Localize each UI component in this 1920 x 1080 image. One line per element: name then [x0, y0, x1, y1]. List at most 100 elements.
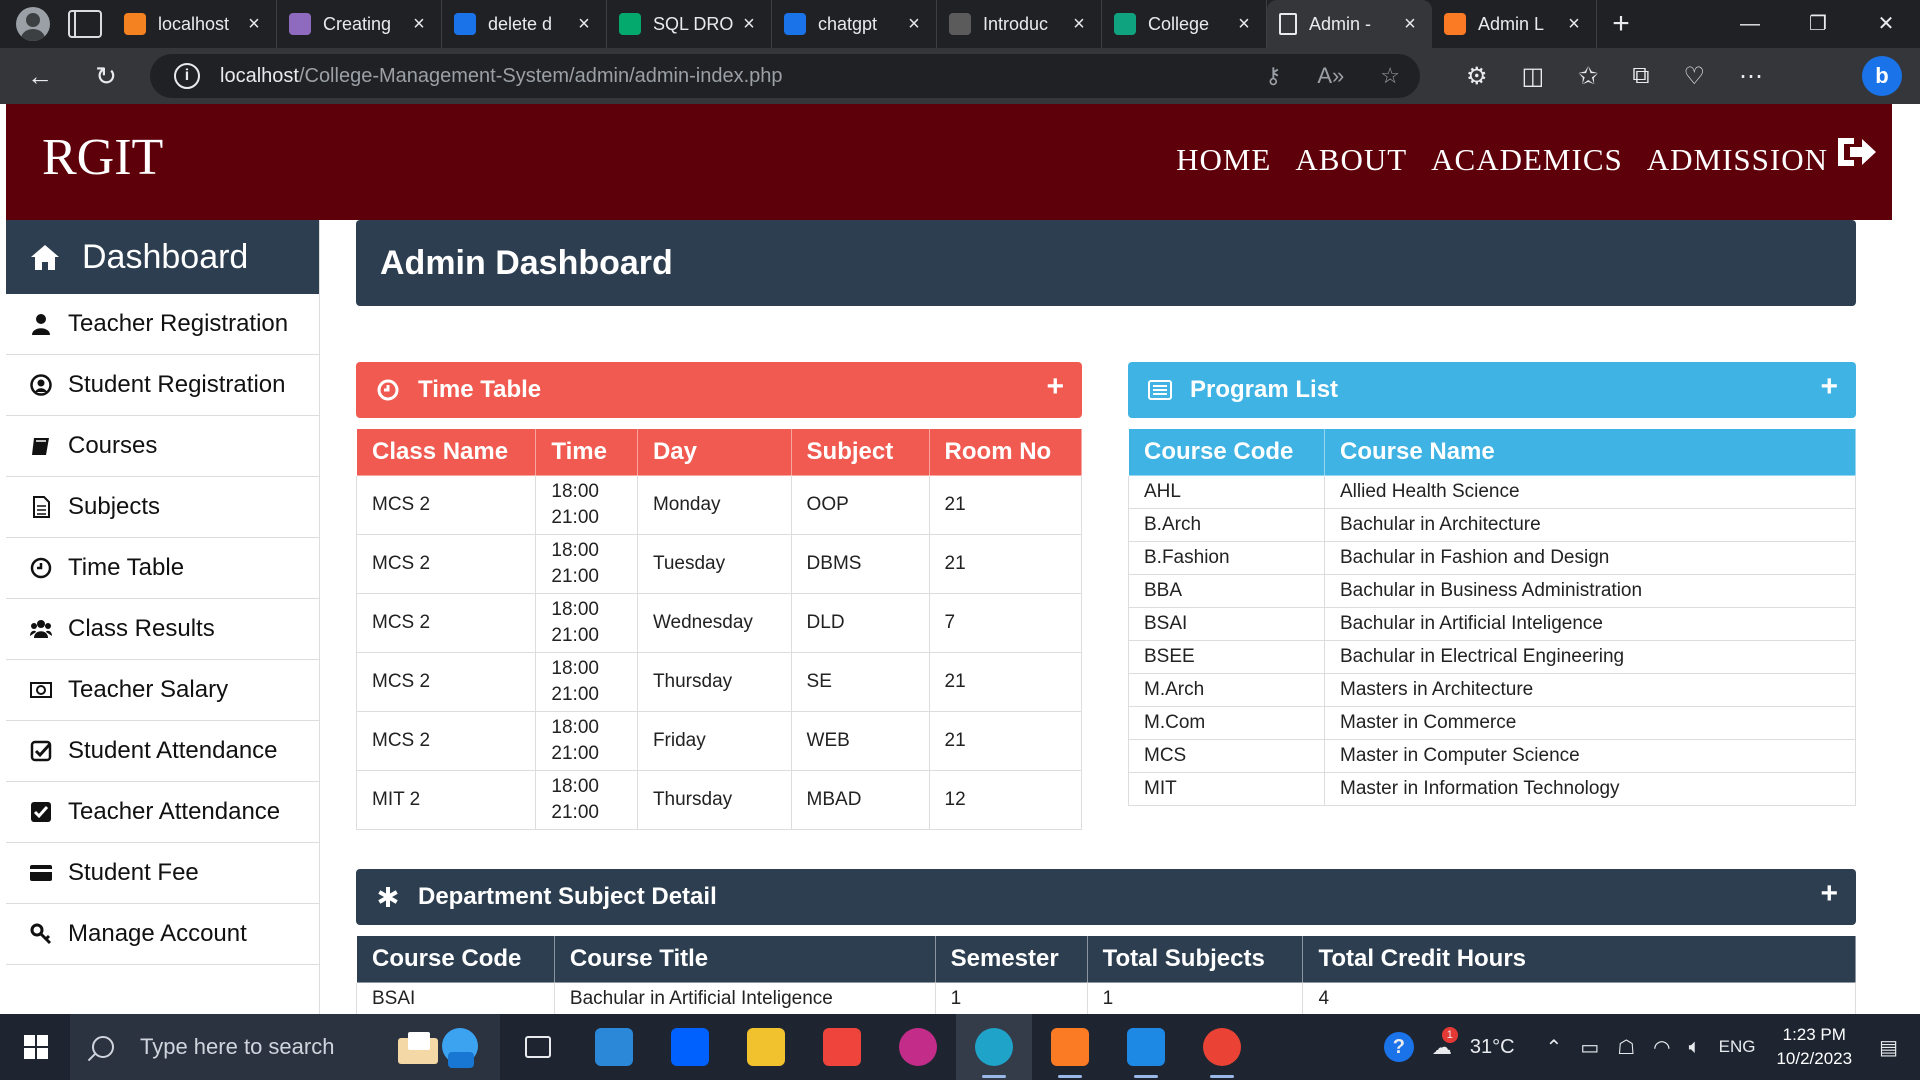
logout-icon[interactable]: [1834, 132, 1878, 172]
column-header[interactable]: Course Title: [553, 935, 936, 983]
close-tab-icon[interactable]: ×: [1564, 13, 1584, 36]
wifi-icon[interactable]: ◠: [1653, 1035, 1670, 1060]
column-header[interactable]: Semester: [934, 935, 1088, 983]
browser-tab[interactable]: Admin L ×: [1432, 0, 1597, 48]
sidebar-item-subjects[interactable]: Subjects: [6, 477, 319, 538]
table-row[interactable]: BSEE Bachular in Electrical Engineering: [1128, 640, 1856, 674]
restore-button[interactable]: ❐: [1784, 0, 1852, 48]
new-tab-button[interactable]: +: [1597, 0, 1645, 48]
browser-tab[interactable]: Creating ×: [277, 0, 442, 48]
table-row[interactable]: M.Com Master in Commerce: [1128, 706, 1856, 740]
table-row[interactable]: BBA Bachular in Business Administration: [1128, 574, 1856, 608]
performance-icon[interactable]: ♡: [1683, 62, 1705, 91]
sidebar-item-class-results[interactable]: Class Results: [6, 599, 319, 660]
browser-tab[interactable]: Admin - ×: [1267, 0, 1432, 48]
onedrive-icon[interactable]: ☖: [1617, 1035, 1635, 1060]
address-bar[interactable]: i localhost/College-Management-System/ad…: [150, 54, 1420, 98]
collections-icon[interactable]: ⧉: [1632, 62, 1649, 90]
table-row[interactable]: MCS 2 18:00 21:00 Tuesday DBMS 21: [355, 534, 1083, 594]
sidebar-item-student-fee[interactable]: Student Fee: [6, 843, 319, 904]
add-timetable-button[interactable]: +: [1046, 370, 1064, 404]
profile-avatar-icon[interactable]: [16, 7, 50, 41]
table-row[interactable]: MIT 2 18:00 21:00 Thursday MBAD 12: [355, 770, 1083, 830]
sidebar-item-teacher-registration[interactable]: Teacher Registration: [6, 294, 319, 355]
split-screen-icon[interactable]: ◫: [1522, 62, 1545, 91]
nav-home[interactable]: HOME: [1176, 142, 1271, 178]
column-header[interactable]: Day: [636, 428, 792, 476]
column-header[interactable]: Course Name: [1324, 428, 1856, 476]
close-tab-icon[interactable]: ×: [904, 13, 924, 36]
close-tab-icon[interactable]: ×: [1400, 13, 1420, 36]
close-tab-icon[interactable]: ×: [1234, 13, 1254, 36]
sidebar-item-teacher-salary[interactable]: Teacher Salary: [6, 660, 319, 721]
taskbar-app[interactable]: [500, 1014, 576, 1080]
extensions-icon[interactable]: ⚙: [1466, 62, 1488, 91]
sidebar-item-teacher-attendance[interactable]: Teacher Attendance: [6, 782, 319, 843]
taskbar-search[interactable]: Type here to search: [70, 1014, 500, 1080]
column-header[interactable]: Subject: [790, 428, 930, 476]
browser-tab[interactable]: delete d ×: [442, 0, 607, 48]
table-row[interactable]: MIT Master in Information Technology: [1128, 772, 1856, 806]
table-row[interactable]: MCS 2 18:00 21:00 Wednesday DLD 7: [355, 593, 1083, 653]
table-row[interactable]: B.Fashion Bachular in Fashion and Design: [1128, 541, 1856, 575]
taskbar-app[interactable]: [1108, 1014, 1184, 1080]
table-row[interactable]: M.Arch Masters in Architecture: [1128, 673, 1856, 707]
browser-tab[interactable]: Introduc ×: [937, 0, 1102, 48]
close-tab-icon[interactable]: ×: [739, 13, 759, 36]
show-hidden-icons-chevron-icon[interactable]: ⌃: [1546, 1035, 1563, 1060]
nav-about[interactable]: ABOUT: [1295, 142, 1407, 178]
table-row[interactable]: BSAI Bachular in Artificial Inteligence 1 1…: [356, 982, 1856, 1014]
close-tab-icon[interactable]: ×: [409, 13, 429, 36]
start-button[interactable]: [0, 1014, 70, 1080]
favorite-star-icon[interactable]: ☆: [1380, 63, 1400, 89]
taskbar-app[interactable]: [1184, 1014, 1260, 1080]
sidebar-item-courses[interactable]: Courses: [6, 416, 319, 477]
back-button[interactable]: ←: [14, 56, 66, 96]
table-row[interactable]: MCS 2 18:00 21:00 Thursday SE 21: [355, 652, 1083, 712]
close-tab-icon[interactable]: ×: [244, 13, 264, 36]
more-menu-icon[interactable]: ⋯: [1739, 62, 1763, 91]
taskbar-app[interactable]: [880, 1014, 956, 1080]
notifications-icon[interactable]: ▤: [1879, 1035, 1898, 1060]
column-header[interactable]: Time: [535, 428, 638, 476]
browser-tab[interactable]: localhost ×: [112, 0, 277, 48]
site-info-icon[interactable]: i: [174, 63, 200, 89]
close-tab-icon[interactable]: ×: [574, 13, 594, 36]
add-department-subject-button[interactable]: +: [1820, 877, 1838, 911]
sidebar-item-student-attendance[interactable]: Student Attendance: [6, 721, 319, 782]
table-row[interactable]: MCS Master in Computer Science: [1128, 739, 1856, 773]
browser-tab[interactable]: chatgpt ×: [772, 0, 937, 48]
battery-icon[interactable]: ▭: [1580, 1035, 1599, 1060]
browser-tab[interactable]: SQL DRO ×: [607, 0, 772, 48]
taskbar-app[interactable]: [576, 1014, 652, 1080]
sidebar-item-student-registration[interactable]: Student Registration: [6, 355, 319, 416]
column-header[interactable]: Total Credit Hours: [1302, 935, 1856, 983]
add-program-button[interactable]: +: [1820, 370, 1838, 404]
bing-copilot-icon[interactable]: b: [1862, 56, 1902, 96]
column-header[interactable]: Room No: [928, 428, 1083, 476]
nav-admission[interactable]: ADMISSION: [1647, 142, 1828, 178]
taskbar-app[interactable]: [804, 1014, 880, 1080]
sidebar-dashboard[interactable]: Dashboard: [6, 220, 319, 294]
column-header[interactable]: Total Subjects: [1086, 935, 1304, 983]
taskbar-app[interactable]: [728, 1014, 804, 1080]
column-header[interactable]: Course Code: [1128, 428, 1325, 476]
column-header[interactable]: Course Code: [356, 935, 555, 983]
table-row[interactable]: MCS 2 18:00 21:00 Friday WEB 21: [355, 711, 1083, 771]
clock[interactable]: 1:23 PM 10/2/2023: [1776, 1023, 1852, 1071]
reload-button[interactable]: ↻: [80, 56, 132, 96]
volume-icon[interactable]: 🔈︎: [1689, 1036, 1701, 1059]
favorites-icon[interactable]: ✩: [1578, 62, 1598, 91]
taskbar-app[interactable]: [956, 1014, 1032, 1080]
nav-academics[interactable]: ACADEMICS: [1431, 142, 1623, 178]
table-row[interactable]: B.Arch Bachular in Architecture: [1128, 508, 1856, 542]
language-indicator[interactable]: ENG: [1719, 1037, 1756, 1057]
weather-icon[interactable]: ☁ 1: [1432, 1026, 1458, 1060]
table-row[interactable]: AHL Allied Health Science: [1128, 475, 1856, 509]
taskbar-app[interactable]: [1032, 1014, 1108, 1080]
temperature[interactable]: 31°C: [1470, 1036, 1515, 1059]
sidebar-item-time-table[interactable]: Time Table: [6, 538, 319, 599]
table-row[interactable]: BSAI Bachular in Artificial Inteligence: [1128, 607, 1856, 641]
close-window-button[interactable]: ✕: [1852, 0, 1920, 48]
minimize-button[interactable]: —: [1716, 0, 1784, 48]
